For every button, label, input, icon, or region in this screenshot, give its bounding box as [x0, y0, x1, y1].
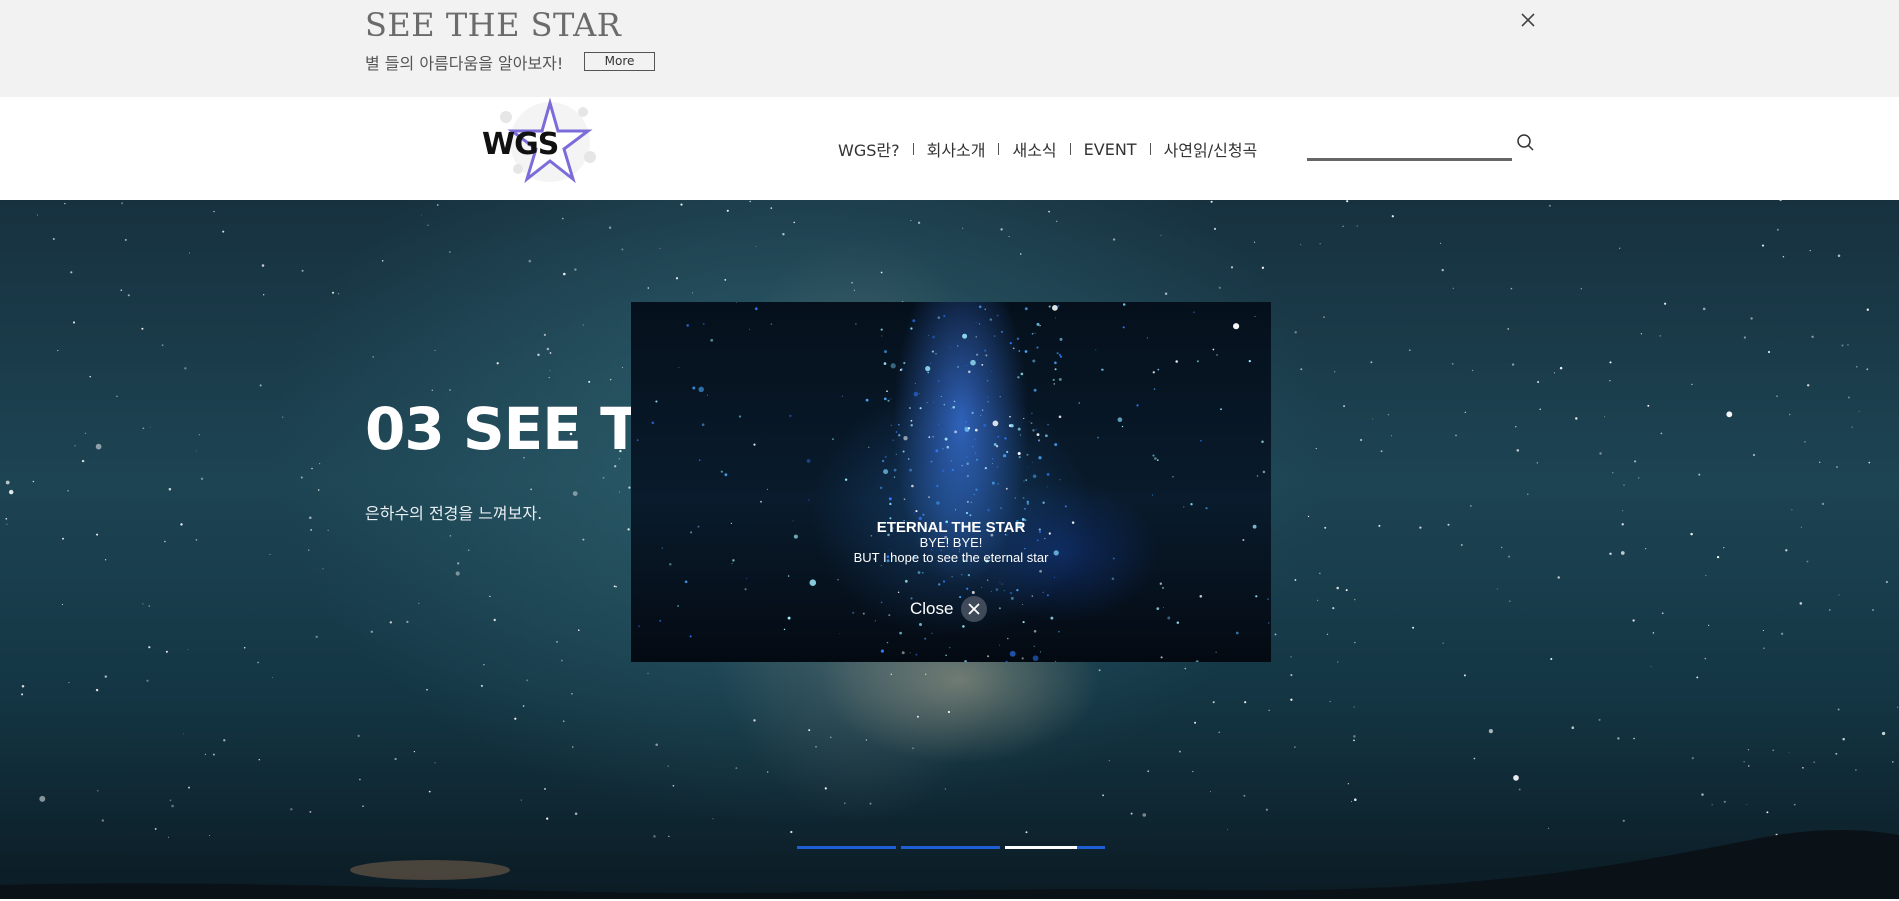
site-logo[interactable]: WGS [478, 97, 608, 187]
nav-item-event[interactable]: EVENT [1084, 140, 1137, 159]
popup-line-2: BUT I hope to see the eternal star [853, 550, 1049, 565]
hero-subtitle: 은하수의 전경을 느껴보자. [365, 504, 543, 523]
popup-close-label: Close [910, 599, 954, 618]
logo-text: WGS [482, 127, 559, 162]
popup-title: ETERNAL THE STAR [876, 519, 1026, 536]
search-icon[interactable] [1516, 133, 1536, 153]
top-promo-banner: SEE THE STAR 별 들의 아름다움을 알아보자! More [0, 0, 1899, 97]
nav-item-news[interactable]: 새소식 [1012, 137, 1056, 161]
nav-divider [1149, 143, 1151, 155]
banner-subtitle: 별 들의 아름다움을 알아보자! [365, 54, 564, 73]
nav-divider [912, 143, 914, 155]
popup-close-button[interactable]: Close [910, 595, 988, 623]
popup-text: ETERNAL THE STAR BYE! BYE! BUT I hope to… [631, 519, 1271, 566]
nav-item-company[interactable]: 회사소개 [927, 137, 986, 161]
nav-item-request[interactable]: 사연읽/신청곡 [1164, 137, 1258, 161]
search-input[interactable] [1307, 127, 1512, 161]
carousel-dot-3-active[interactable] [1005, 846, 1077, 849]
nav-item-about[interactable]: WGS란? [838, 137, 900, 161]
nav-divider [1069, 143, 1071, 155]
close-icon[interactable] [961, 596, 988, 622]
banner-more-button[interactable]: More [584, 52, 655, 71]
popup-line-1: BYE! BYE! [919, 535, 983, 550]
carousel-dot-2[interactable] [901, 846, 1000, 849]
close-icon[interactable] [1518, 10, 1538, 30]
mountain-silhouette [0, 830, 1899, 901]
nav-divider [998, 143, 1000, 155]
popup-modal: ETERNAL THE STAR BYE! BYE! BUT I hope to… [631, 302, 1271, 662]
main-nav: WGS란? 회사소개 새소식 EVENT 사연읽/신청곡 [838, 137, 1257, 161]
carousel-dot-1[interactable] [797, 846, 896, 849]
carousel-indicator [797, 846, 1105, 850]
banner-title: SEE THE STAR [365, 6, 622, 44]
site-header: WGS WGS란? 회사소개 새소식 EVENT 사연읽/신청곡 [0, 97, 1899, 200]
search-box [1307, 127, 1539, 163]
